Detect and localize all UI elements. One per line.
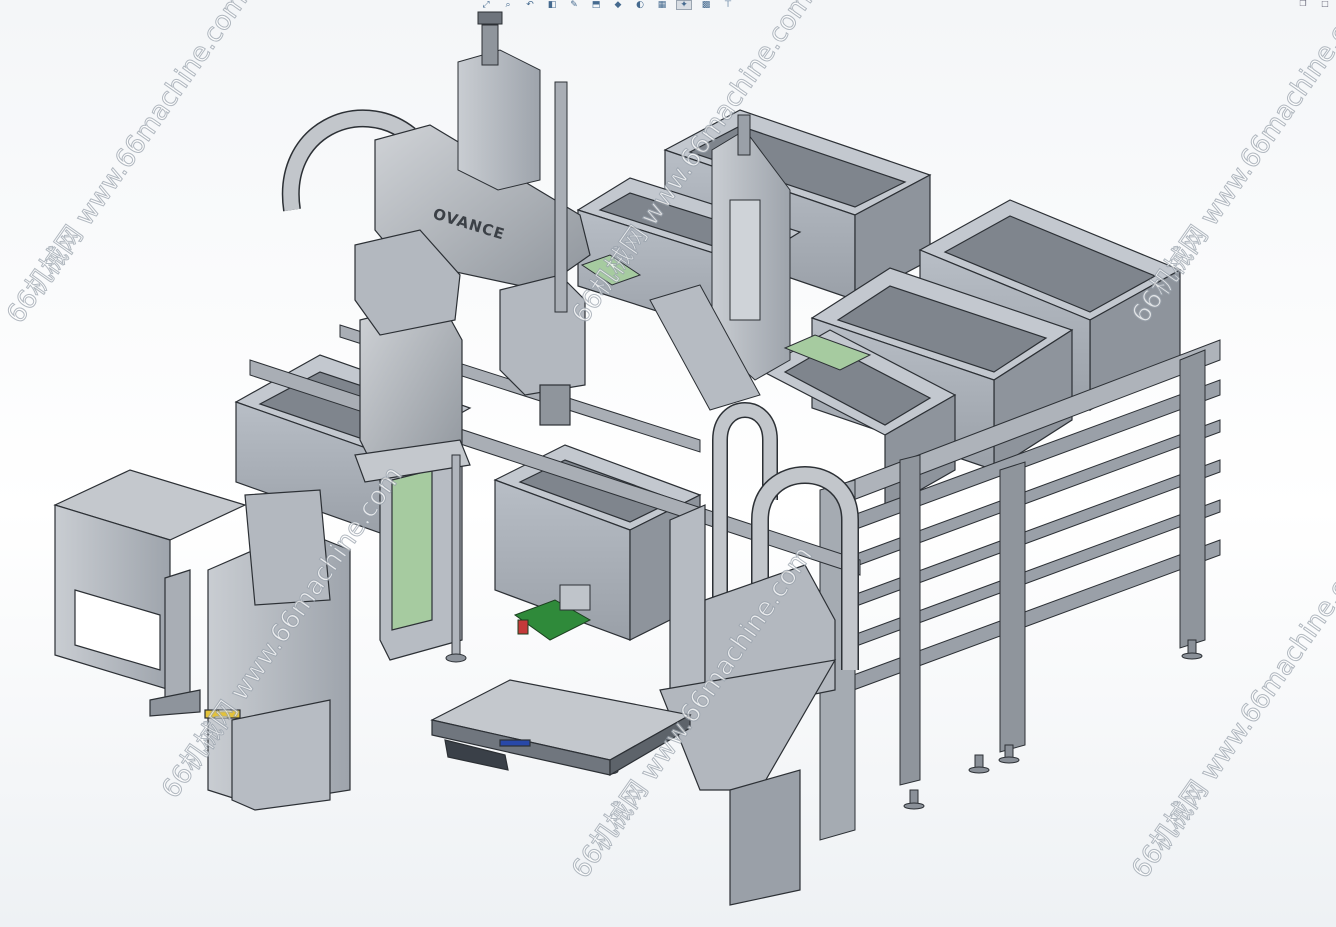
watermark-text: 66机械网 www.66machine.com (1, 0, 254, 329)
watermark-text: 66机械网 www.66machine.com (1126, 0, 1336, 329)
watermark-text: 66机械网 www.66machine.com (1126, 541, 1336, 884)
graphics-area-3d-viewport[interactable]: OVANCE 66机械网 www.66machine.com66机械网 www.… (0, 0, 1336, 927)
cad-application-window: ⤢ ⌕ ↶ ◧ ✎ ⬒ ◆ ◐ ▦ ✦ ▩ ⊤ ❐ □ OVANCE 66机械网… (0, 0, 1336, 927)
